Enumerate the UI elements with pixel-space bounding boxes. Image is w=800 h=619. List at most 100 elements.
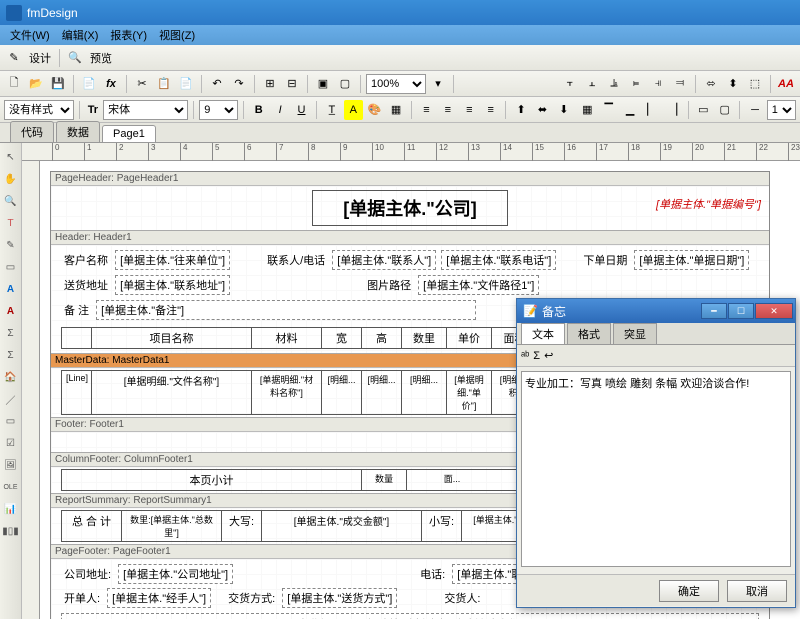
remark-field[interactable]: [单据主体."备注"] <box>96 300 476 320</box>
contact-field[interactable]: [单据主体."联系人"] <box>332 250 436 270</box>
frame-left-icon[interactable]: ▏ <box>642 100 661 120</box>
ungroup-icon[interactable]: ⊟ <box>282 74 302 94</box>
phone-field[interactable]: [单据主体."联系电话"] <box>441 250 556 270</box>
frame-none-icon[interactable]: ▭ <box>694 100 713 120</box>
tab-page1[interactable]: Page1 <box>102 125 156 142</box>
maximize-icon[interactable]: ☐ <box>728 303 754 319</box>
bold-icon[interactable]: B <box>249 100 268 120</box>
underline-icon[interactable]: U <box>292 100 311 120</box>
ship-field[interactable]: [单据主体."送货方式"] <box>282 588 397 608</box>
tab-code[interactable]: 代码 <box>10 121 54 142</box>
align-right-icon[interactable]: ⫡ <box>604 74 624 94</box>
save-icon[interactable]: 💾 <box>48 74 68 94</box>
customer-field[interactable]: [单据主体."往来单位"] <box>115 250 230 270</box>
size-combo[interactable]: 9 <box>199 100 238 120</box>
font-combo[interactable]: 宋体 <box>103 100 188 120</box>
same-size-icon[interactable]: ⬚ <box>745 74 765 94</box>
sum-tool-icon[interactable]: Σ <box>3 325 19 341</box>
menu-edit[interactable]: 编辑(X) <box>56 25 105 45</box>
design-icon[interactable]: ✎ <box>4 48 24 68</box>
border-icon[interactable]: ▦ <box>386 100 405 120</box>
memo-tool-icon[interactable]: A <box>3 303 19 319</box>
send-back-icon[interactable]: ▢ <box>335 74 355 94</box>
style-combo[interactable]: 没有样式 <box>4 100 74 120</box>
menu-view[interactable]: 视图(Z) <box>153 25 201 45</box>
menu-report[interactable]: 报表(Y) <box>104 25 153 45</box>
minimize-icon[interactable]: ━ <box>701 303 727 319</box>
check-tool-icon[interactable]: ☑ <box>3 435 19 451</box>
design-label[interactable]: 设计 <box>26 50 54 66</box>
tab-data[interactable]: 数据 <box>56 121 100 142</box>
line-tool-icon[interactable]: ／ <box>3 391 19 407</box>
menu-file[interactable]: 文件(W) <box>4 25 56 45</box>
copy-icon[interactable]: 📋 <box>154 74 174 94</box>
title-field[interactable]: [单据主体."公司] <box>312 190 508 226</box>
pointer-tool-icon[interactable]: ↖ <box>3 149 19 165</box>
band-pageheader[interactable]: PageHeader: PageHeader1 [单据主体."公司] [单据主体… <box>51 172 769 231</box>
aggregate-icon[interactable]: Σ <box>533 350 540 362</box>
label-tool-icon[interactable]: A <box>3 281 19 297</box>
shape-tool-icon[interactable]: ▭ <box>3 413 19 429</box>
redo-icon[interactable]: ↷ <box>229 74 249 94</box>
frame-bot-icon[interactable]: ▁ <box>620 100 639 120</box>
frame-top-icon[interactable]: ▔ <box>599 100 618 120</box>
group-icon[interactable]: ⊞ <box>260 74 280 94</box>
text-right-icon[interactable]: ≡ <box>460 100 479 120</box>
cut-icon[interactable]: ✂ <box>132 74 152 94</box>
sys-tool-icon[interactable]: Σ <box>3 347 19 363</box>
addr-field[interactable]: [单据主体."联系地址"] <box>115 275 230 295</box>
undo-icon[interactable]: ↶ <box>207 74 227 94</box>
align-middle-icon[interactable]: ⫣ <box>648 74 668 94</box>
frame-all-icon[interactable]: ▦ <box>578 100 597 120</box>
docno-field[interactable]: [单据主体."单据编号"] <box>656 196 761 212</box>
bring-front-icon[interactable]: ▣ <box>313 74 333 94</box>
align-center-h-icon[interactable]: ⫠ <box>582 74 602 94</box>
italic-icon[interactable]: I <box>270 100 289 120</box>
preview-icon[interactable]: 🔍 <box>65 48 85 68</box>
highlight-icon[interactable]: A <box>344 100 363 120</box>
page-icon[interactable]: 📄 <box>79 74 99 94</box>
valign-mid-icon[interactable]: ⬌ <box>533 100 552 120</box>
text-tool-icon[interactable]: T <box>3 215 19 231</box>
text-justify-icon[interactable]: ≡ <box>481 100 500 120</box>
imgpath-field[interactable]: [单据主体."文件路径1"] <box>418 275 539 295</box>
dialog-tab-text[interactable]: 文本 <box>521 323 565 344</box>
align-left-icon[interactable]: ⫟ <box>560 74 580 94</box>
home-tool-icon[interactable]: 🏠 <box>3 369 19 385</box>
line-style-icon[interactable]: ─ <box>745 100 764 120</box>
zoom-combo[interactable]: 100% <box>366 74 426 94</box>
open-icon[interactable]: 📂 <box>26 74 46 94</box>
operator-field[interactable]: [单据主体."经手人"] <box>107 588 211 608</box>
zoom-tool-icon[interactable]: 🔍 <box>3 193 19 209</box>
valign-bot-icon[interactable]: ⬇ <box>554 100 573 120</box>
date-field[interactable]: [单据主体."单据日期"] <box>634 250 749 270</box>
frame-outer-icon[interactable]: ▢ <box>715 100 734 120</box>
valign-top-icon[interactable]: ⬆ <box>511 100 530 120</box>
dialog-titlebar[interactable]: 📝备忘 ━ ☐ ✕ <box>517 299 795 323</box>
dialog-tab-highlight[interactable]: 突显 <box>613 323 657 344</box>
band-tool-icon[interactable]: ▭ <box>3 259 19 275</box>
text-center-icon[interactable]: ≡ <box>438 100 457 120</box>
dialog-tab-format[interactable]: 格式 <box>567 323 611 344</box>
hand-tool-icon[interactable]: ✋ <box>3 171 19 187</box>
fx-icon[interactable]: fx <box>101 74 121 94</box>
edit-tool-icon[interactable]: ✎ <box>3 237 19 253</box>
frame-right-icon[interactable]: ▕ <box>663 100 682 120</box>
ole-tool-icon[interactable]: OLE <box>3 479 19 495</box>
ok-button[interactable]: 确定 <box>659 580 719 602</box>
cancel-button[interactable]: 取消 <box>727 580 787 602</box>
line-width-combo[interactable]: 1 <box>767 100 796 120</box>
align-top-icon[interactable]: ⫢ <box>626 74 646 94</box>
chart-tool-icon[interactable]: 📊 <box>3 501 19 517</box>
company-addr-field[interactable]: [单据主体."公司地址"] <box>118 564 233 584</box>
wrap-icon[interactable]: ↩ <box>544 349 553 362</box>
same-height-icon[interactable]: ⬍ <box>723 74 743 94</box>
align-bottom-icon[interactable]: ⫤ <box>670 74 690 94</box>
image-tool-icon[interactable]: 🖼 <box>3 457 19 473</box>
close-icon[interactable]: ✕ <box>755 303 793 319</box>
barcode-tool-icon[interactable]: ▮▯▮ <box>3 523 19 539</box>
expr-icon[interactable]: ᵃᵇ <box>521 350 529 362</box>
new-icon[interactable]: 🗋 <box>4 74 24 94</box>
same-width-icon[interactable]: ⬄ <box>701 74 721 94</box>
fill-color-icon[interactable]: 🎨 <box>365 100 384 120</box>
